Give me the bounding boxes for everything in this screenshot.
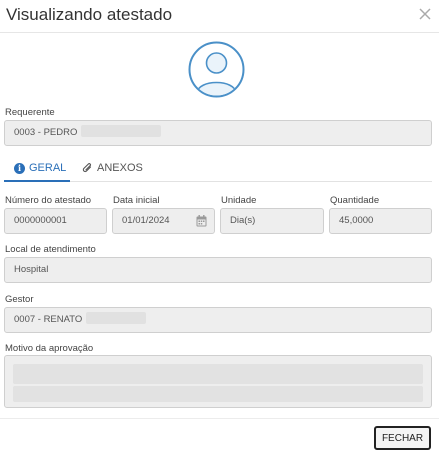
- modal-title: Visualizando atestado: [6, 5, 173, 24]
- unidade-value: Dia(s): [230, 215, 256, 226]
- quantidade-label: Quantidade: [330, 195, 380, 206]
- calendar-icon[interactable]: [196, 215, 207, 227]
- requerente-label: Requerente: [5, 107, 55, 118]
- tab-anexos-label: ANEXOS: [97, 162, 143, 174]
- redacted-mask: [81, 125, 162, 138]
- requerente-field: 0003 - PEDRO: [4, 120, 432, 146]
- active-tab-indicator: [4, 180, 70, 182]
- close-icon[interactable]: [418, 7, 432, 21]
- header-divider: [0, 32, 439, 33]
- footer-divider: [0, 418, 439, 419]
- numero-value: 0000000001: [14, 215, 67, 226]
- quantidade-value: 45,0000: [339, 215, 374, 226]
- redacted-mask: [86, 312, 147, 325]
- unidade-field: Dia(s): [220, 208, 324, 234]
- local-value: Hospital: [14, 264, 49, 275]
- local-label: Local de atendimento: [5, 244, 96, 255]
- gestor-label: Gestor: [5, 294, 34, 305]
- data-inicial-field: 01/01/2024: [112, 208, 215, 234]
- motivo-label: Motivo da aprovação: [5, 343, 94, 354]
- redacted-mask: [13, 364, 423, 384]
- gestor-value: 0007 - RENATO: [14, 314, 83, 325]
- avatar-icon: [188, 41, 245, 98]
- tab-geral[interactable]: i GERAL: [14, 158, 66, 178]
- unidade-label: Unidade: [221, 195, 257, 206]
- gestor-field: 0007 - RENATO: [4, 307, 432, 333]
- numero-label: Número do atestado: [5, 195, 92, 206]
- data-inicial-label: Data inicial: [113, 195, 160, 206]
- paperclip-icon: [82, 163, 92, 173]
- redacted-mask: [13, 386, 423, 402]
- quantidade-field: 45,0000: [329, 208, 432, 234]
- numero-field: 0000000001: [4, 208, 107, 234]
- requerente-value: 0003 - PEDRO: [14, 127, 78, 138]
- tab-geral-label: GERAL: [29, 162, 67, 174]
- tab-anexos[interactable]: ANEXOS: [82, 158, 143, 178]
- motivo-textarea: [4, 355, 432, 408]
- data-inicial-value: 01/01/2024: [122, 215, 170, 226]
- info-icon: i: [14, 162, 25, 174]
- fechar-button[interactable]: FECHAR: [374, 426, 431, 450]
- local-field: Hospital: [4, 257, 432, 283]
